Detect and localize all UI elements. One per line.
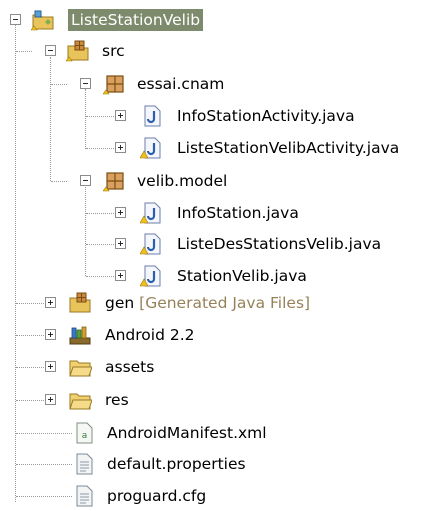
folder-icon xyxy=(69,360,92,377)
tree-item-label: velib.model xyxy=(137,172,228,190)
expand-toggle[interactable] xyxy=(115,238,126,249)
expand-toggle[interactable] xyxy=(115,270,126,281)
java-file-warning-icon xyxy=(140,233,161,255)
tree-line xyxy=(86,276,116,277)
tree-item-label: StationVelib.java xyxy=(177,267,307,285)
tree-line xyxy=(86,213,116,214)
source-folder-icon xyxy=(66,40,89,62)
expand-toggle[interactable] xyxy=(45,329,56,340)
package-icon xyxy=(103,172,124,192)
tree-line xyxy=(16,496,72,497)
tree-item-label: assets xyxy=(105,358,155,376)
tree-item-label: proguard.cfg xyxy=(107,487,207,505)
java-file-icon xyxy=(144,105,161,127)
tree-item-label: ListeStationVelibActivity.java xyxy=(177,139,400,157)
tree-item-decoration: [Generated Java Files] xyxy=(139,294,311,312)
tree-item-package-velib-model[interactable]: velib.model xyxy=(0,166,441,196)
tree-item-label: InfoStationActivity.java xyxy=(177,107,355,125)
tree-line xyxy=(86,116,116,117)
tree-item-label: AndroidManifest.xml xyxy=(107,424,267,442)
tree-line xyxy=(16,433,72,434)
tree-line xyxy=(86,148,116,149)
svg-text:a: a xyxy=(82,431,88,441)
tree-line xyxy=(51,181,67,182)
expand-toggle[interactable] xyxy=(115,207,126,218)
generated-folder-icon xyxy=(69,292,91,313)
xml-file-icon: a xyxy=(76,422,93,444)
tree-line xyxy=(16,367,46,368)
expand-toggle[interactable] xyxy=(115,142,126,153)
tree-item-label: src xyxy=(102,42,125,60)
text-file-icon xyxy=(76,453,93,475)
tree-item-file-info-station[interactable]: InfoStation.java xyxy=(0,198,441,228)
expand-toggle[interactable] xyxy=(45,297,56,308)
collapse-toggle[interactable] xyxy=(80,78,91,89)
collapse-toggle[interactable] xyxy=(45,45,56,56)
tree-item-label: InfoStation.java xyxy=(177,204,299,222)
tree-line xyxy=(16,335,46,336)
tree-item-res[interactable]: res xyxy=(0,385,441,415)
tree-item-label: res xyxy=(105,391,129,409)
tree-item-label: ListeDesStationsVelib.java xyxy=(177,235,382,253)
tree-item-file-liste-station-velib-activity[interactable]: ListeStationVelibActivity.java xyxy=(0,133,441,163)
tree-item-label: default.properties xyxy=(107,455,246,473)
tree-item-label: essai.cnam xyxy=(137,75,225,93)
tree-line xyxy=(16,51,32,52)
tree-item-label: gen [Generated Java Files] xyxy=(105,293,310,313)
java-file-warning-icon xyxy=(140,202,161,224)
tree-item-assets[interactable]: assets xyxy=(0,352,441,382)
collapse-toggle[interactable] xyxy=(10,14,21,25)
tree-item-default-properties[interactable]: default.properties xyxy=(0,449,441,479)
tree-line xyxy=(16,400,46,401)
tree-line xyxy=(16,464,72,465)
tree-item-file-station-velib[interactable]: StationVelib.java xyxy=(0,261,441,291)
tree-item-label: Android 2.2 xyxy=(105,326,195,344)
tree-item-proguard[interactable]: proguard.cfg xyxy=(0,481,441,511)
folder-icon xyxy=(69,393,92,410)
java-file-warning-icon xyxy=(140,265,161,287)
android-project-icon xyxy=(31,10,54,31)
tree-line xyxy=(16,303,46,304)
tree-item-file-info-station-activity[interactable]: InfoStationActivity.java xyxy=(0,101,441,131)
collapse-toggle[interactable] xyxy=(80,175,91,186)
text-file-icon xyxy=(76,485,93,507)
expand-toggle[interactable] xyxy=(115,110,126,121)
java-file-warning-icon xyxy=(140,137,161,159)
expand-toggle[interactable] xyxy=(45,361,56,372)
tree-item-label: ListeStationVelib xyxy=(68,9,204,31)
library-icon xyxy=(69,326,91,345)
tree-item-file-liste-des-stations-velib[interactable]: ListeDesStationsVelib.java xyxy=(0,229,441,259)
tree-line xyxy=(51,84,67,85)
tree-item-gen[interactable]: gen [Generated Java Files] xyxy=(0,288,441,318)
tree-item-src[interactable]: src xyxy=(0,36,441,66)
tree-item-project[interactable]: ListeStationVelib xyxy=(0,5,441,35)
tree-item-android-manifest[interactable]: a AndroidManifest.xml xyxy=(0,418,441,448)
tree-item-package-essai-cnam[interactable]: essai.cnam xyxy=(0,69,441,99)
tree-line xyxy=(86,244,116,245)
package-icon xyxy=(103,75,124,95)
expand-toggle[interactable] xyxy=(45,394,56,405)
tree-item-name: gen xyxy=(105,294,135,312)
tree-item-android-library[interactable]: Android 2.2 xyxy=(0,320,441,350)
